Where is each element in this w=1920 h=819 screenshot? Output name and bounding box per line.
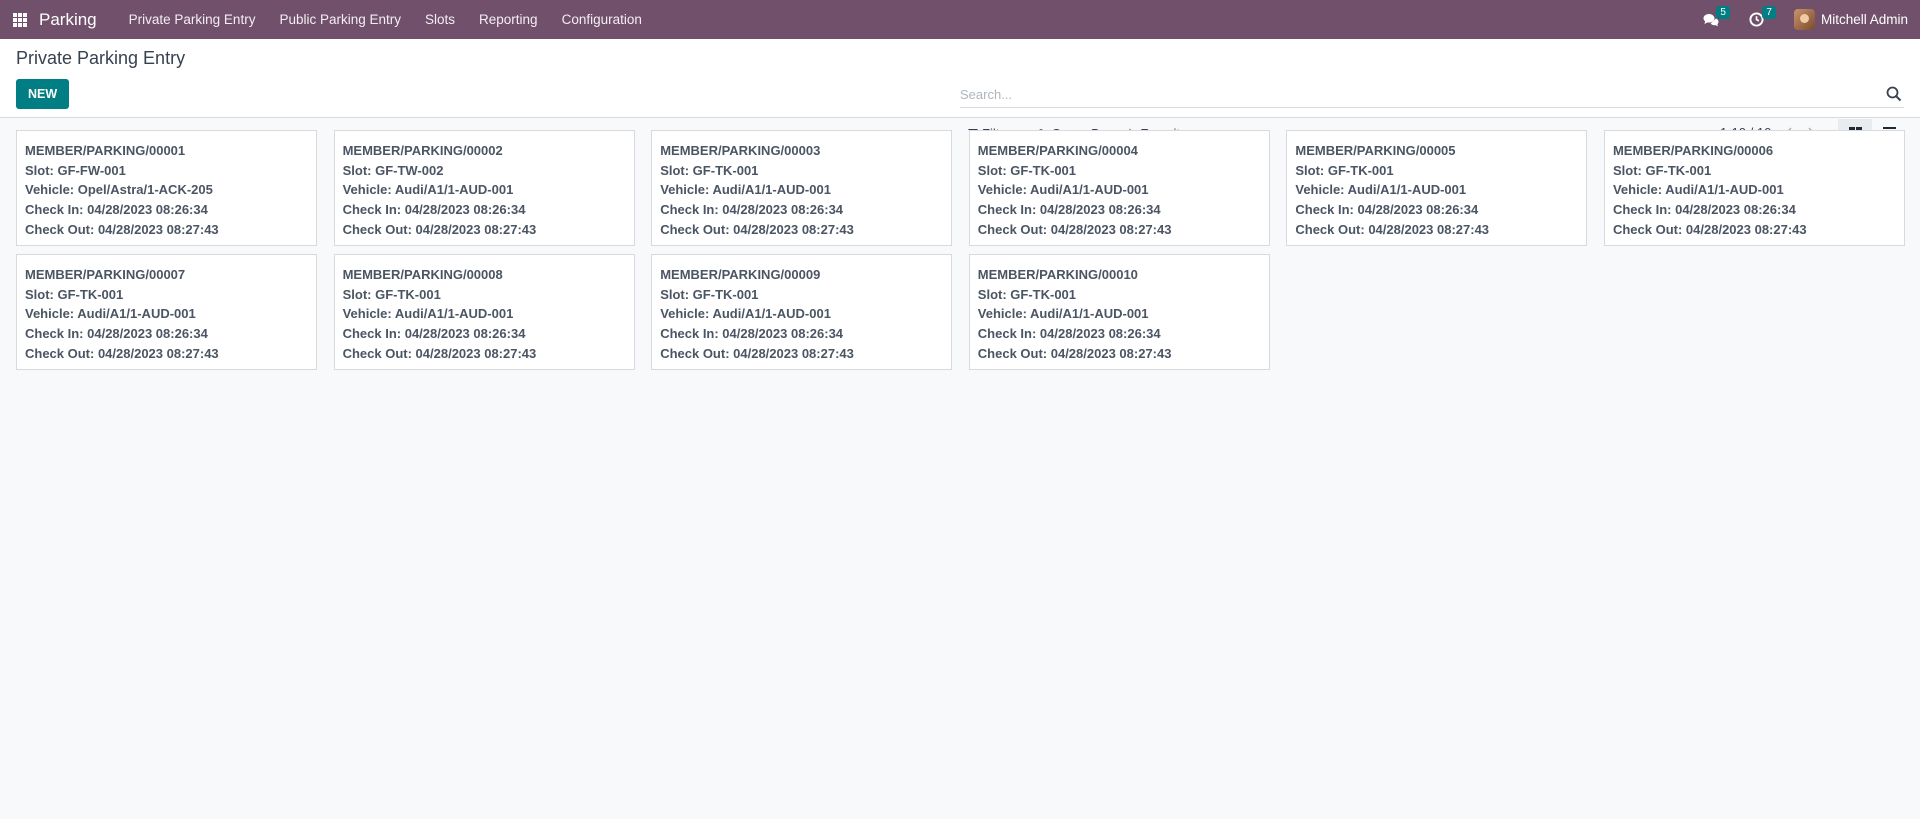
card-check-in: Check In: 04/28/2023 08:26:34 [1295, 202, 1479, 218]
card-check-out: Check Out: 04/28/2023 08:27:43 [1295, 221, 1490, 237]
card-vehicle: Vehicle: Audi/A1/1-AUD-001 [660, 182, 831, 198]
card-check-out: Check Out: 04/28/2023 08:27:43 [342, 221, 537, 237]
activities-button[interactable]: 7 [1746, 5, 1776, 30]
menu-public-parking-entry[interactable]: Public Parking Entry [267, 0, 413, 39]
card-vehicle: Vehicle: Audi/A1/1-AUD-001 [25, 306, 196, 322]
menu-reporting[interactable]: Reporting [467, 0, 550, 39]
card-reference: MEMBER/PARKING/00003 [660, 143, 821, 158]
card-slot: Slot: GF-TK-001 [1295, 162, 1394, 178]
card-slot: Slot: GF-TK-001 [1612, 162, 1712, 178]
kanban-card[interactable]: MEMBER/PARKING/00009 Slot: GF-TK-001 Veh… [651, 254, 953, 370]
kanban-card[interactable]: MEMBER/PARKING/00004 Slot: GF-TK-001 Veh… [968, 130, 1270, 246]
kanban-card[interactable]: MEMBER/PARKING/00005 Slot: GF-TK-001 Veh… [1286, 130, 1588, 246]
card-check-in: Check In: 04/28/2023 08:26:34 [342, 326, 526, 342]
card-vehicle: Vehicle: Audi/A1/1-AUD-001 [660, 306, 831, 322]
card-check-in: Check In: 04/28/2023 08:26:34 [977, 326, 1161, 342]
card-vehicle: Vehicle: Audi/A1/1-AUD-001 [977, 306, 1149, 322]
kanban-board: MEMBER/PARKING/00001 Slot: GF-FW-001 Veh… [16, 130, 1905, 370]
card-check-in: Check In: 04/28/2023 08:26:34 [660, 202, 844, 218]
card-check-in: Check In: 04/28/2023 08:26:34 [342, 202, 526, 218]
card-check-in: Check In: 04/28/2023 08:26:34 [1612, 202, 1796, 218]
apps-grid-icon[interactable] [13, 12, 27, 27]
card-slot: Slot: GF-FW-001 [25, 162, 126, 178]
card-vehicle: Vehicle: Audi/A1/1-AUD-001 [1612, 182, 1784, 198]
card-reference: MEMBER/PARKING/00005 [1295, 143, 1456, 158]
kanban-card[interactable]: MEMBER/PARKING/00001 Slot: GF-FW-001 Veh… [16, 130, 317, 246]
menu-private-parking-entry[interactable]: Private Parking Entry [117, 0, 268, 39]
top-navbar: Parking Private Parking Entry Public Par… [0, 0, 1920, 39]
card-check-in: Check In: 04/28/2023 08:26:34 [25, 326, 208, 342]
card-reference: MEMBER/PARKING/00002 [342, 143, 503, 158]
card-slot: Slot: GF-TK-001 [342, 286, 441, 302]
card-reference: MEMBER/PARKING/00006 [1612, 143, 1774, 158]
card-vehicle: Vehicle: Audi/A1/1-AUD-001 [1295, 182, 1467, 198]
card-check-in: Check In: 04/28/2023 08:26:34 [660, 326, 844, 342]
card-reference: MEMBER/PARKING/00008 [342, 267, 503, 282]
menu-slots[interactable]: Slots [413, 0, 467, 39]
user-menu[interactable]: Mitchell Admin [1793, 9, 1908, 30]
card-reference: MEMBER/PARKING/00001 [25, 143, 186, 158]
search-input[interactable] [960, 82, 1880, 106]
card-check-out: Check Out: 04/28/2023 08:27:43 [660, 221, 854, 237]
card-check-out: Check Out: 04/28/2023 08:27:43 [977, 345, 1172, 361]
card-vehicle: Vehicle: Audi/A1/1-AUD-001 [977, 182, 1149, 198]
card-reference: MEMBER/PARKING/00004 [977, 143, 1138, 158]
card-slot: Slot: GF-TK-001 [25, 286, 124, 302]
card-check-out: Check Out: 04/28/2023 08:27:43 [660, 345, 854, 361]
card-vehicle: Vehicle: Audi/A1/1-AUD-001 [342, 182, 514, 198]
card-reference: MEMBER/PARKING/00009 [660, 267, 821, 282]
card-slot: Slot: GF-TK-001 [977, 162, 1077, 178]
messages-button[interactable]: 5 [1700, 5, 1730, 30]
card-check-out: Check Out: 04/28/2023 08:27:43 [342, 345, 537, 361]
card-vehicle: Vehicle: Audi/A1/1-AUD-001 [342, 306, 514, 322]
kanban-card[interactable]: MEMBER/PARKING/00002 Slot: GF-TW-002 Veh… [333, 130, 635, 246]
kanban-card[interactable]: MEMBER/PARKING/00008 Slot: GF-TK-001 Veh… [333, 254, 635, 370]
card-slot: Slot: GF-TK-001 [977, 286, 1077, 302]
card-check-in: Check In: 04/28/2023 08:26:34 [977, 202, 1161, 218]
card-check-out: Check Out: 04/28/2023 08:27:43 [25, 221, 219, 237]
user-name: Mitchell Admin [1820, 12, 1908, 27]
kanban-card[interactable]: MEMBER/PARKING/00006 Slot: GF-TK-001 Veh… [1603, 130, 1905, 246]
page-title: Private Parking Entry [16, 48, 186, 68]
card-check-out: Check Out: 04/28/2023 08:27:43 [977, 221, 1172, 237]
avatar [1793, 9, 1815, 30]
card-slot: Slot: GF-TK-001 [660, 162, 759, 178]
card-vehicle: Vehicle: Opel/Astra/1-ACK-205 [25, 182, 213, 198]
card-reference: MEMBER/PARKING/00007 [25, 267, 186, 282]
kanban-card[interactable]: MEMBER/PARKING/00007 Slot: GF-TK-001 Veh… [16, 254, 317, 370]
card-check-out: Check Out: 04/28/2023 08:27:43 [1612, 221, 1807, 237]
card-check-out: Check Out: 04/28/2023 08:27:43 [25, 345, 219, 361]
card-check-in: Check In: 04/28/2023 08:26:34 [25, 202, 208, 218]
search-icon[interactable] [1886, 86, 1902, 102]
new-button[interactable]: NEW [16, 79, 70, 109]
activities-badge: 7 [1762, 5, 1776, 19]
card-slot: Slot: GF-TK-001 [660, 286, 759, 302]
app-brand[interactable]: Parking [39, 10, 97, 30]
search-underline [960, 107, 1904, 108]
menu-configuration[interactable]: Configuration [550, 0, 654, 39]
kanban-card[interactable]: MEMBER/PARKING/00010 Slot: GF-TK-001 Veh… [968, 254, 1270, 370]
card-slot: Slot: GF-TW-002 [342, 162, 444, 178]
kanban-card[interactable]: MEMBER/PARKING/00003 Slot: GF-TK-001 Veh… [651, 130, 953, 246]
messages-badge: 5 [1716, 5, 1730, 19]
card-reference: MEMBER/PARKING/00010 [977, 267, 1138, 282]
